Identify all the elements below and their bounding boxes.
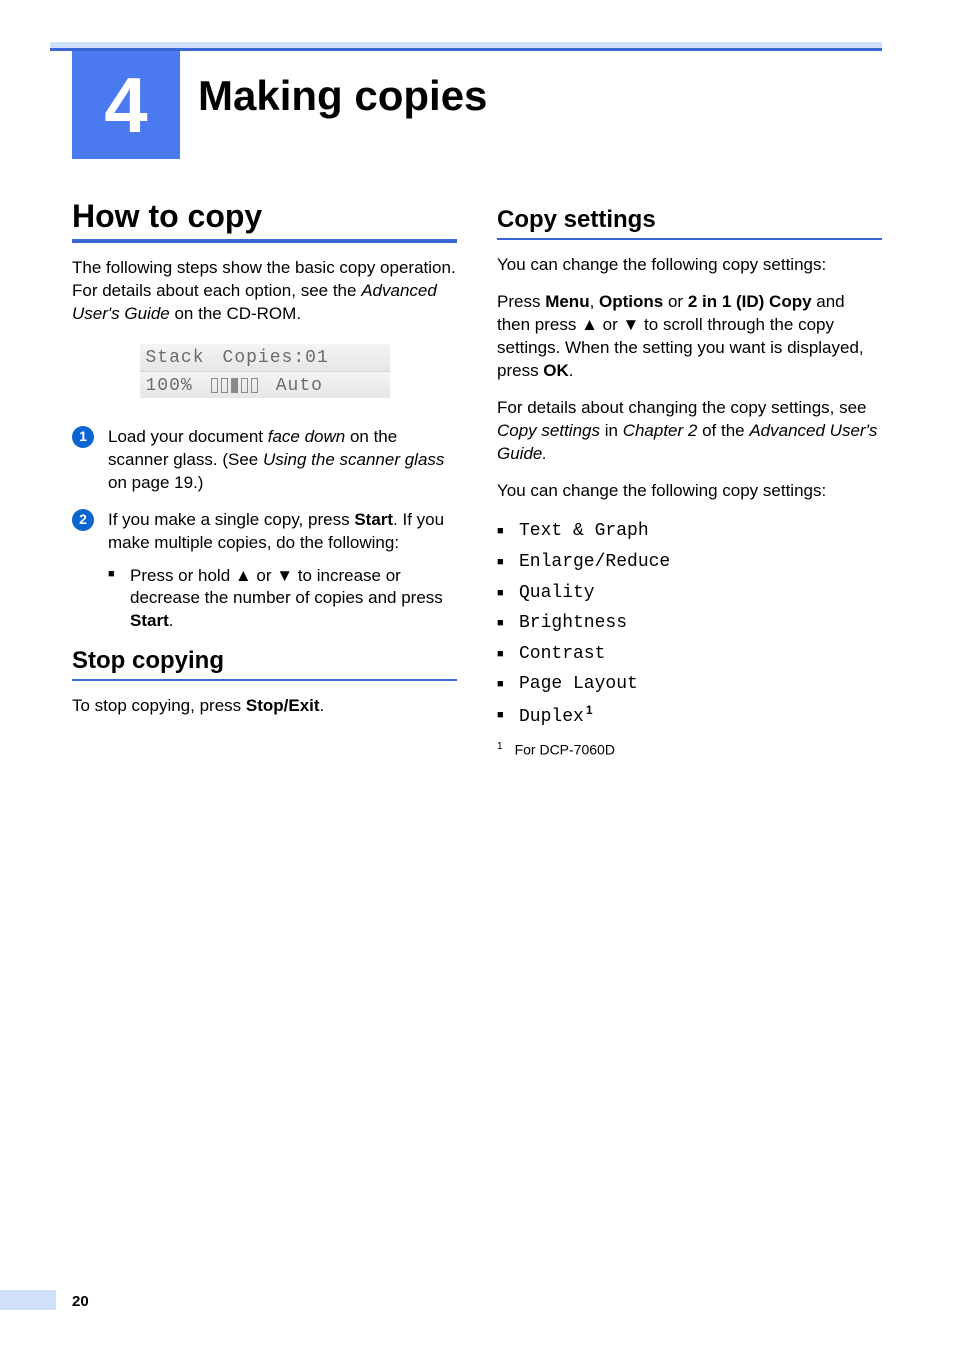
text: If you make a single copy, press [108, 510, 354, 529]
text-bold: Start [130, 611, 169, 630]
step-2: 2 If you make a single copy, press Start… [72, 509, 457, 634]
link-text: Using the scanner glass [263, 450, 444, 469]
text: . [320, 696, 325, 715]
copy-settings-p1: You can change the following copy settin… [497, 254, 882, 277]
content-columns: How to copy The following steps show the… [72, 190, 882, 1290]
step-2-sublist: Press or hold ▲ or ▼ to increase or decr… [108, 565, 457, 634]
text: in [600, 421, 623, 440]
intro-paragraph: The following steps show the basic copy … [72, 257, 457, 326]
text: , [590, 292, 599, 311]
copy-settings-p2: Press Menu, Options or 2 in 1 (ID) Copy … [497, 291, 882, 383]
setting-label: Enlarge/Reduce [519, 552, 670, 572]
setting-label: Duplex [519, 707, 584, 727]
left-column: How to copy The following steps show the… [72, 190, 457, 1290]
text: of the [697, 421, 749, 440]
setting-item: ■Page Layout [497, 669, 882, 700]
setting-label: Contrast [519, 644, 605, 664]
text-bold: Menu [545, 292, 589, 311]
footnote-text: For DCP-7060D [515, 741, 615, 757]
setting-label: Page Layout [519, 674, 638, 694]
lcd-text: Stack [146, 348, 205, 368]
setting-label: Quality [519, 583, 595, 603]
subsection-copy-settings: Copy settings [497, 206, 882, 234]
page-number-bar [0, 1290, 56, 1310]
setting-item: ■Contrast [497, 639, 882, 670]
copy-settings-p4: You can change the following copy settin… [497, 480, 882, 503]
text-bold: OK [543, 361, 569, 380]
setting-item: ■Brightness [497, 608, 882, 639]
settings-list: ■Text & Graph ■Enlarge/Reduce ■Quality ■… [497, 516, 882, 732]
lcd-text: 100% [146, 376, 193, 396]
subsection-stop-copying: Stop copying [72, 647, 457, 675]
setting-item: ■Quality [497, 578, 882, 609]
text: Load your document [108, 427, 268, 446]
copy-settings-p3: For details about changing the copy sett… [497, 397, 882, 466]
step-badge-1: 1 [72, 426, 94, 448]
chapter-number-box: 4 [72, 51, 180, 159]
lcd-text: Copies:01 [223, 348, 329, 368]
subsection-rule [72, 679, 457, 681]
text-bold: Stop/Exit [246, 696, 320, 715]
footnote-number: 1 [497, 741, 503, 752]
text: For details about changing the copy sett… [497, 398, 867, 417]
text-italic: Chapter 2 [623, 421, 698, 440]
lcd-display: Stack Copies:01 100% Auto [140, 344, 390, 398]
subsection-rule [497, 238, 882, 240]
page: 4 Making copies How to copy The followin… [0, 0, 954, 1350]
setting-item: ■Text & Graph [497, 516, 882, 547]
lcd-text: Auto [276, 376, 323, 396]
text: on the CD-ROM. [170, 304, 301, 323]
text-italic: Copy settings [497, 421, 600, 440]
section-how-to-copy: How to copy [72, 198, 457, 235]
lcd-row-2: 100% Auto [140, 371, 390, 398]
text: To stop copying, press [72, 696, 246, 715]
text-italic: face down [268, 427, 346, 446]
lcd-bars-icon [211, 378, 258, 393]
text: Press [497, 292, 545, 311]
text: Press or hold ▲ or ▼ to increase or decr… [130, 566, 443, 608]
setting-label: Text & Graph [519, 521, 649, 541]
page-number: 20 [72, 1293, 89, 1310]
footnote-ref: 1 [586, 703, 593, 717]
lcd-row-1: Stack Copies:01 [140, 344, 390, 371]
text-bold: Start [354, 510, 393, 529]
footnote: 1 For DCP-7060D [497, 741, 882, 758]
section-rule [72, 239, 457, 243]
text: on page 19.) [108, 473, 203, 492]
stop-paragraph: To stop copying, press Stop/Exit. [72, 695, 457, 718]
steps-list: 1 Load your document face down on the sc… [72, 426, 457, 634]
chapter-number: 4 [104, 66, 147, 144]
text: or [663, 292, 688, 311]
step-1: 1 Load your document face down on the sc… [72, 426, 457, 495]
text-bold: Options [599, 292, 663, 311]
step-badge-2: 2 [72, 509, 94, 531]
text: . [169, 611, 174, 630]
text: . [569, 361, 574, 380]
setting-item: ■Duplex1 [497, 700, 882, 733]
chapter-title: Making copies [198, 72, 487, 120]
sub-item: Press or hold ▲ or ▼ to increase or decr… [108, 565, 457, 634]
setting-item: ■Enlarge/Reduce [497, 547, 882, 578]
setting-label: Brightness [519, 613, 627, 633]
text-bold: 2 in 1 (ID) Copy [688, 292, 812, 311]
right-column: Copy settings You can change the followi… [497, 190, 882, 1290]
